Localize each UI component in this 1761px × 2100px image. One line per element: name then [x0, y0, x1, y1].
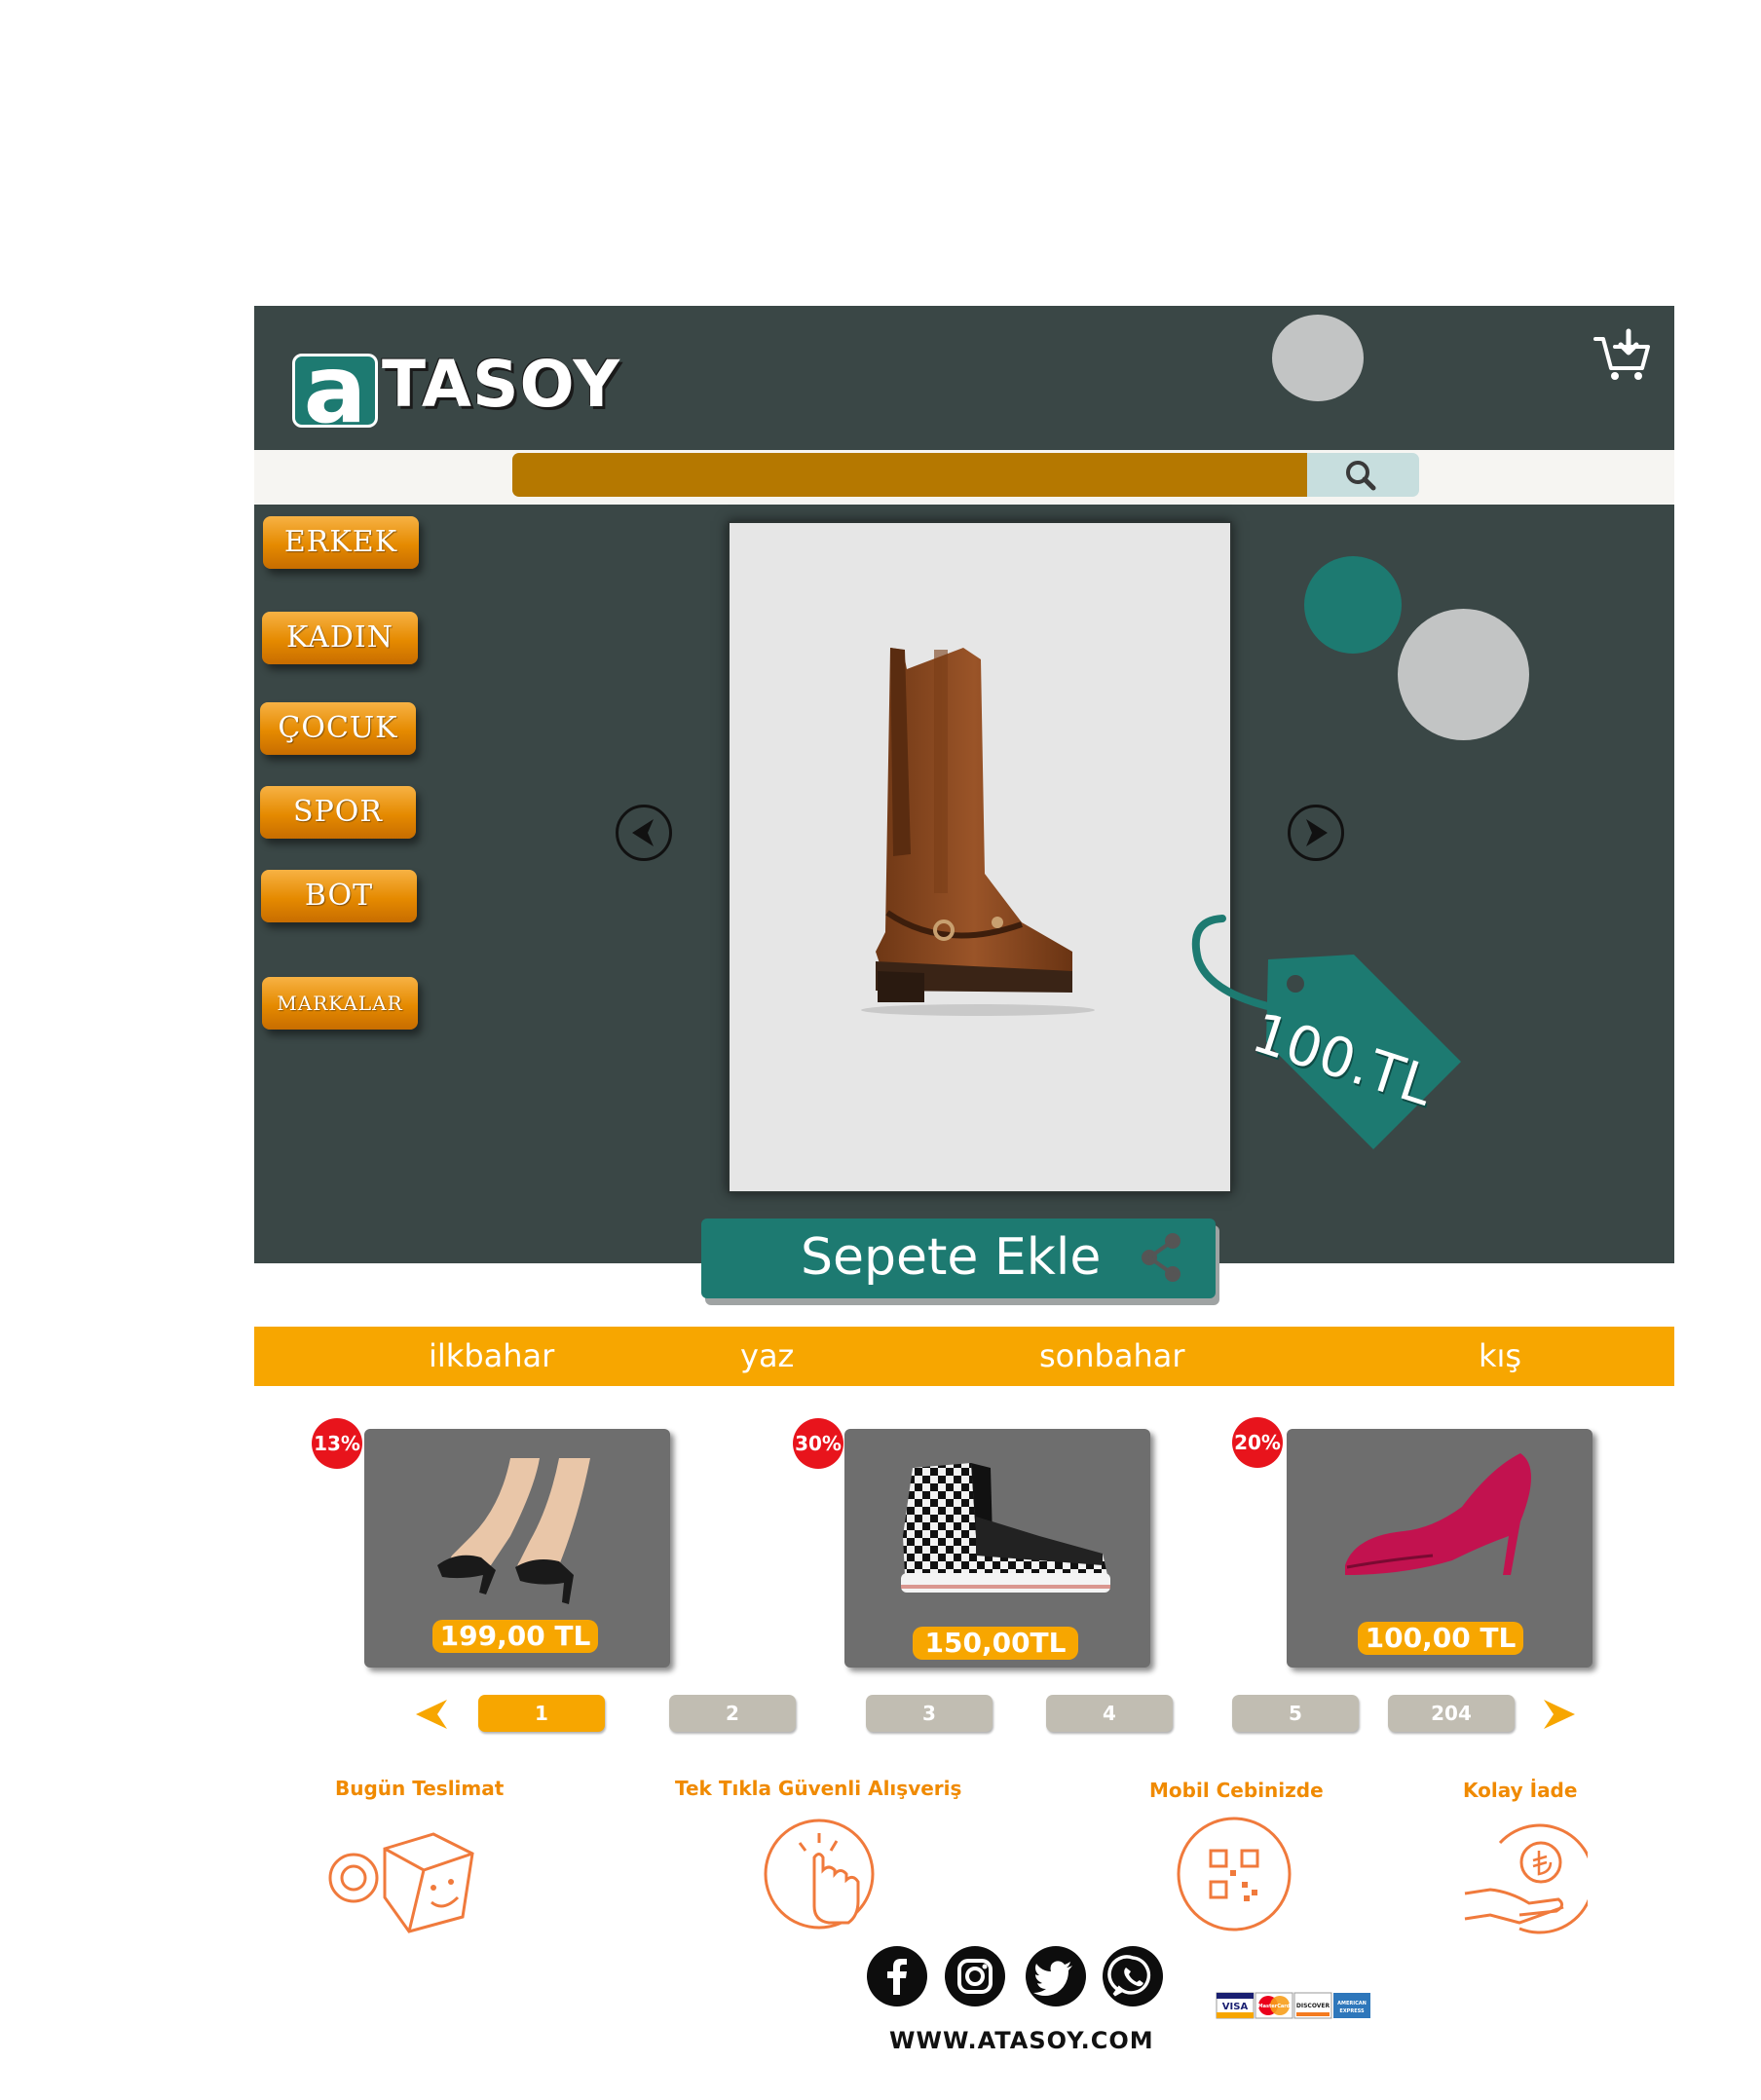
page-button-1[interactable]: 1: [478, 1695, 605, 1732]
decor-circle-teal: [1304, 556, 1402, 654]
amex-icon: AMERICAN EXPRESS: [1333, 1993, 1370, 2018]
discover-icon: DISCOVER: [1293, 1992, 1332, 2019]
feature-title: Mobil Cebinizde: [1149, 1779, 1324, 1802]
prev-product-button[interactable]: [616, 805, 672, 861]
feature-title: Kolay İade: [1463, 1779, 1578, 1802]
delivery-box-icon: [328, 1832, 474, 1933]
category-erkek[interactable]: ERKEK: [263, 516, 419, 569]
page-button-204[interactable]: 204: [1388, 1695, 1515, 1732]
visa-icon: VISA: [1216, 1992, 1255, 2019]
product-price: 100,00 TL: [1358, 1622, 1523, 1655]
brown-boot-image: [730, 523, 1230, 1191]
mastercard-icon: MasterCard: [1255, 1992, 1293, 2019]
logo-text[interactable]: TASOY: [382, 353, 620, 417]
page-button-2[interactable]: 2: [669, 1695, 796, 1732]
discover-label: DISCOVER: [1296, 2003, 1330, 2009]
arrow-left-circle-icon: [632, 819, 654, 846]
qr-code-icon: [1177, 1817, 1292, 1931]
twitter-icon: [1033, 1961, 1072, 1996]
twitter-link[interactable]: [1026, 1946, 1086, 2006]
tap-hand-icon: [764, 1819, 875, 1930]
season-tab-kis[interactable]: kış: [1479, 1333, 1521, 1378]
whatsapp-link[interactable]: [1103, 1946, 1163, 2006]
product-price: 199,00 TL: [432, 1620, 598, 1653]
page-button-4[interactable]: 4: [1046, 1695, 1173, 1732]
money-return-icon: [1464, 1823, 1588, 1934]
chevron-left-icon[interactable]: [408, 1696, 453, 1733]
svg-text:AMERICAN: AMERICAN: [1337, 2001, 1367, 2006]
instagram-link[interactable]: [945, 1946, 1005, 2006]
feature-title: Tek Tıkla Güvenli Alışveriş: [675, 1777, 962, 1800]
search-icon: [1346, 461, 1376, 491]
decor-circle-gray: [1398, 609, 1529, 740]
featured-product-image[interactable]: [728, 521, 1232, 1193]
season-tab-sonbahar[interactable]: sonbahar: [1039, 1333, 1185, 1378]
category-kadin[interactable]: KADIN: [262, 612, 418, 664]
chevron-right-icon[interactable]: [1538, 1696, 1583, 1733]
user-avatar[interactable]: [1272, 315, 1364, 401]
product-price: 150,00TL: [913, 1627, 1078, 1660]
visa-label: VISA: [1222, 2002, 1249, 2012]
discount-badge: 13%: [312, 1418, 362, 1469]
category-spor[interactable]: SPOR: [260, 786, 416, 839]
feature-title: Bugün Teslimat: [335, 1777, 505, 1800]
payment-methods: VISA MasterCard DISCOVER AMERICAN EXPRES…: [1216, 1992, 1370, 2019]
discount-badge: 20%: [1232, 1417, 1283, 1468]
season-tab-ilkbahar[interactable]: ilkbahar: [429, 1333, 554, 1378]
instagram-icon: [957, 1959, 993, 1994]
page-button-3[interactable]: 3: [866, 1695, 993, 1732]
cart-download-icon[interactable]: [1593, 327, 1652, 384]
add-to-cart-label[interactable]: Sepete Ekle: [801, 1223, 1101, 1292]
search-button[interactable]: [1307, 453, 1419, 497]
season-tab-yaz[interactable]: yaz: [740, 1333, 794, 1378]
whatsapp-icon: [1107, 1955, 1151, 1997]
category-markalar[interactable]: MARKALAR: [262, 977, 418, 1030]
svg-text:EXPRESS: EXPRESS: [1339, 2008, 1365, 2014]
discount-badge: 30%: [793, 1418, 843, 1469]
logo-letter: a: [303, 335, 367, 444]
site-url[interactable]: WWW.ATASOY.COM: [889, 2027, 1154, 2054]
category-bot[interactable]: BOT: [261, 870, 417, 922]
mastercard-label: MasterCard: [1258, 2004, 1291, 2009]
share-icon[interactable]: [1136, 1229, 1186, 1286]
facebook-link[interactable]: [867, 1946, 927, 2006]
category-cocuk[interactable]: ÇOCUK: [260, 702, 416, 755]
arrow-right-circle-icon: [1306, 819, 1328, 846]
next-product-button[interactable]: [1288, 805, 1344, 861]
facebook-icon: [887, 1959, 907, 1995]
search-input[interactable]: [512, 453, 1309, 497]
page-button-5[interactable]: 5: [1232, 1695, 1359, 1732]
logo-mark[interactable]: a: [292, 343, 378, 436]
